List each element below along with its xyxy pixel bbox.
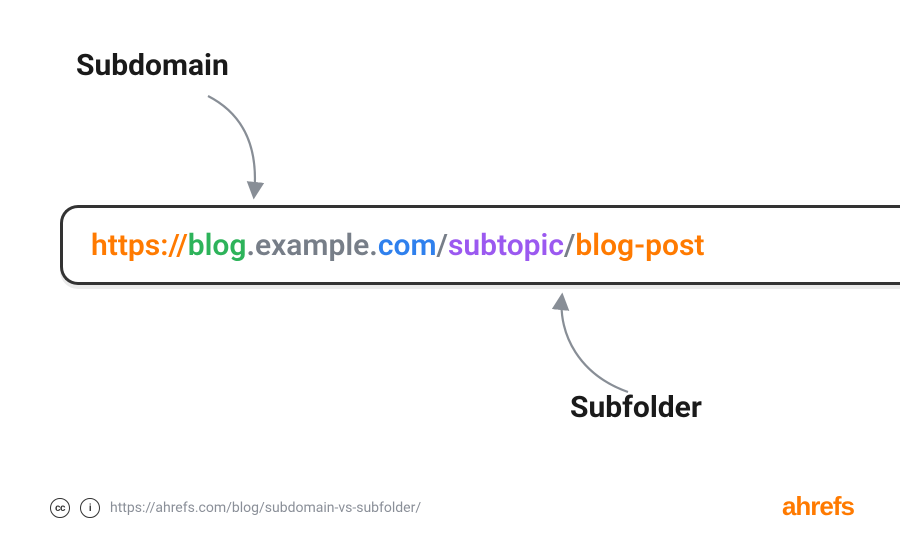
url-tld: com (378, 228, 437, 263)
url-post: blog-post (575, 228, 704, 263)
url-subtopic: subtopic (448, 228, 564, 263)
attribution-icon: i (80, 498, 100, 518)
footer-url: https://ahrefs.com/blog/subdomain-vs-sub… (110, 500, 421, 516)
url-subdomain: blog (188, 228, 247, 263)
url-slash1: / (437, 228, 448, 263)
cc-icon: cc (50, 498, 70, 518)
subfolder-label: Subfolder (570, 390, 702, 425)
url-bar: https:// blog . example . com / subtopic… (60, 205, 900, 285)
arrow-subdomain (196, 88, 316, 208)
url-dot1: . (246, 228, 255, 263)
url-domain: example (255, 228, 369, 263)
ahrefs-logo: ahrefs (782, 491, 854, 522)
url-slash2: / (564, 228, 575, 263)
url-scheme: https:// (91, 228, 188, 263)
url-dot2: . (369, 228, 378, 263)
subdomain-label: Subdomain (76, 48, 229, 83)
footer: cc i https://ahrefs.com/blog/subdomain-v… (50, 498, 421, 518)
